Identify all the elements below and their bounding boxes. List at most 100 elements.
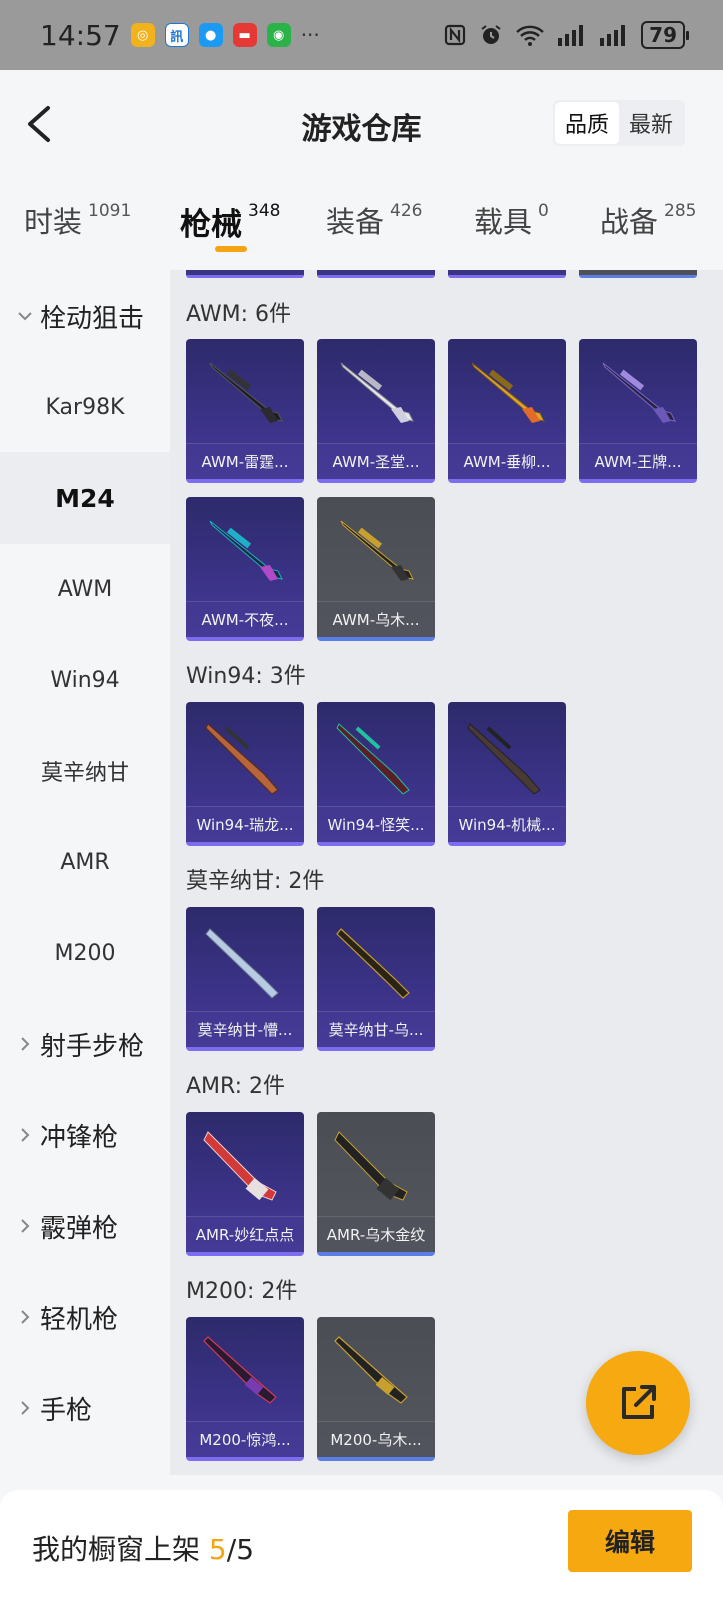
rifle-icon xyxy=(209,520,283,581)
item-name: AMR-乌木金纹 xyxy=(317,1216,435,1252)
item-card[interactable]: AWM-王牌... xyxy=(579,339,697,483)
wifi-icon xyxy=(515,23,545,47)
tab-supplies[interactable]: 战备 285 xyxy=(600,199,696,241)
sidebar-group-lmg[interactable]: 轻机枪 xyxy=(0,1271,170,1363)
item-card[interactable]: M200-乌木... xyxy=(317,1317,435,1461)
active-tab-indicator xyxy=(215,246,247,252)
message-icon: ● xyxy=(198,23,223,47)
rifle-icon xyxy=(336,723,410,795)
rifle-icon xyxy=(203,1336,277,1404)
item-card[interactable]: AWM-垂柳... xyxy=(448,339,566,483)
rifle-icon xyxy=(334,1336,408,1404)
news-icon: 訊 xyxy=(164,23,189,47)
item-card[interactable]: 莫辛纳甘-懵... xyxy=(186,907,304,1051)
sidebar-item-kar98k[interactable]: Kar98K xyxy=(0,361,170,453)
rifle-icon xyxy=(471,362,545,423)
app-root: 14:57 ◎ 訊 ● ▬ ◉ ··· 79 游戏仓库 品质 最新 时装 109… xyxy=(0,0,723,1600)
item-card[interactable]: M200-惊鸿... xyxy=(186,1317,304,1461)
showcase-label: 我的橱窗上架 xyxy=(32,1533,201,1566)
notification-icons: ◎ 訊 ● ▬ ◉ ··· xyxy=(130,23,320,47)
item-card[interactable]: Win94-机械... xyxy=(448,702,566,846)
item-card[interactable]: AWM-乌木... xyxy=(317,497,435,641)
header: 游戏仓库 品质 最新 xyxy=(0,70,723,180)
sort-newest-option[interactable]: 最新 xyxy=(619,102,683,144)
item-card[interactable]: Win94-怪笑... xyxy=(317,702,435,846)
rifle-icon xyxy=(336,928,410,999)
tab-label: 时装 xyxy=(24,205,83,239)
status-time: 14:57 xyxy=(40,18,121,52)
item-name: Win94-机械... xyxy=(448,806,566,842)
sidebar-group-smg[interactable]: 冲锋枪 xyxy=(0,1089,170,1181)
tab-fashion[interactable]: 时装 1091 xyxy=(24,199,131,241)
item-name: M200-乌木... xyxy=(317,1421,435,1457)
sidebar-item-awm[interactable]: AWM xyxy=(0,543,170,635)
sidebar-group-shotgun[interactable]: 霰弹枪 xyxy=(0,1180,170,1272)
status-bar: 14:57 ◎ 訊 ● ▬ ◉ ··· 79 xyxy=(0,0,723,70)
rifle-icon xyxy=(205,723,279,795)
sidebar-item-mosin[interactable]: 莫辛纳甘 xyxy=(0,725,170,817)
sidebar-group-label: 冲锋枪 xyxy=(40,1122,119,1153)
category-tabs: 时装 1091 枪械 348 装备 426 载具 0 战备 285 xyxy=(0,185,723,265)
item-name: AWM-圣堂... xyxy=(317,443,435,479)
chevron-down-icon xyxy=(14,311,36,321)
share-icon xyxy=(622,1385,656,1419)
partial-card[interactable] xyxy=(579,270,697,278)
tab-count: 1091 xyxy=(88,201,132,221)
item-card[interactable]: 莫辛纳甘-乌... xyxy=(317,907,435,1051)
tab-label: 战备 xyxy=(600,205,659,239)
partial-card[interactable] xyxy=(448,270,566,278)
showcase-status: 我的橱窗上架 5/5 xyxy=(32,1528,254,1568)
chevron-right-icon xyxy=(14,1309,36,1325)
item-name: AMR-妙红点点 xyxy=(186,1216,304,1252)
item-card[interactable]: Win94-瑞龙... xyxy=(186,702,304,846)
signal-2-icon xyxy=(599,24,629,46)
item-card[interactable]: AWM-圣堂... xyxy=(317,339,435,483)
edit-button[interactable]: 编辑 xyxy=(568,1510,692,1572)
sidebar-group-pistol[interactable]: 手枪 xyxy=(0,1362,170,1454)
sidebar-item-m24[interactable]: M24 xyxy=(0,452,170,544)
item-card[interactable]: AMR-妙红点点 xyxy=(186,1112,304,1256)
system-icons: 79 xyxy=(443,21,689,49)
sort-quality-option[interactable]: 品质 xyxy=(554,102,619,144)
partial-card[interactable] xyxy=(186,270,304,278)
showcase-total-count: 5 xyxy=(236,1533,255,1566)
item-name: 莫辛纳甘-乌... xyxy=(317,1011,435,1047)
sidebar-group-bolt-action[interactable]: 栓动狙击 xyxy=(0,270,170,362)
rifle-icon xyxy=(334,1131,408,1201)
partial-card[interactable] xyxy=(317,270,435,278)
signal-icon xyxy=(557,24,587,46)
sidebar: 栓动狙击 Kar98K M24 AWM Win94 莫辛纳甘 AMR M200 … xyxy=(0,270,170,1475)
nfc-icon xyxy=(443,23,467,47)
rifle-icon xyxy=(203,1131,277,1201)
sidebar-item-m200[interactable]: M200 xyxy=(0,907,170,999)
bottom-bar: 我的橱窗上架 5/5 编辑 xyxy=(0,1490,723,1600)
chevron-right-icon xyxy=(14,1127,36,1143)
more-notifications-icon: ··· xyxy=(300,23,320,47)
item-card[interactable]: AWM-不夜... xyxy=(186,497,304,641)
battery-indicator: 79 xyxy=(641,21,689,49)
item-name: AWM-王牌... xyxy=(579,443,697,479)
item-name: AWM-雷霆... xyxy=(186,443,304,479)
sidebar-group-label: 手枪 xyxy=(40,1395,93,1426)
sidebar-group-label: 霰弹枪 xyxy=(40,1213,119,1244)
tab-vehicles[interactable]: 载具 0 xyxy=(474,199,549,241)
item-name: Win94-瑞龙... xyxy=(186,806,304,842)
item-card[interactable]: AWM-雷霆... xyxy=(186,339,304,483)
section-title-mosin: 莫辛纳甘: 2件 xyxy=(186,869,325,894)
rifle-icon xyxy=(602,362,676,423)
chevron-right-icon xyxy=(14,1400,36,1416)
sidebar-group-marksman[interactable]: 射手步枪 xyxy=(0,998,170,1090)
wechat-icon: ◉ xyxy=(266,23,291,47)
sidebar-item-win94[interactable]: Win94 xyxy=(0,634,170,726)
item-card[interactable]: AMR-乌木金纹 xyxy=(317,1112,435,1256)
sidebar-item-amr[interactable]: AMR xyxy=(0,816,170,908)
share-button[interactable] xyxy=(586,1351,690,1455)
item-name: AWM-乌木... xyxy=(317,601,435,637)
item-name: 莫辛纳甘-懵... xyxy=(186,1011,304,1047)
tab-label: 装备 xyxy=(326,205,385,239)
tab-guns[interactable]: 枪械 348 xyxy=(180,199,280,244)
item-name: AWM-垂柳... xyxy=(448,443,566,479)
tab-count: 0 xyxy=(538,201,549,221)
tab-equipment[interactable]: 装备 426 xyxy=(326,199,422,241)
tab-label: 枪械 xyxy=(180,207,242,243)
